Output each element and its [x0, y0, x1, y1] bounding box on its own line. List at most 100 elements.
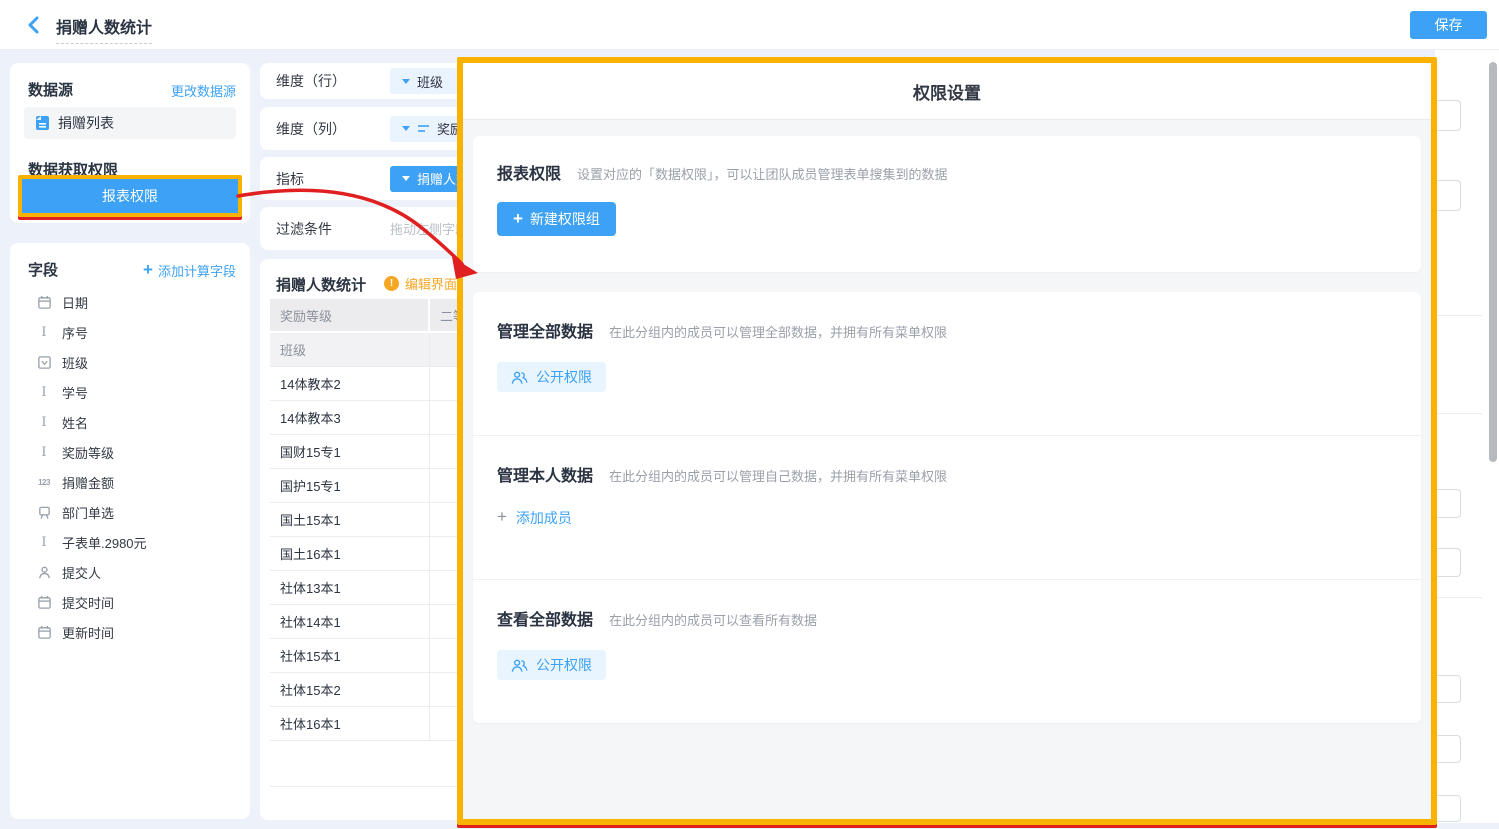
field-label: 更新时间 — [62, 623, 114, 642]
divider — [1435, 413, 1482, 414]
report-permission-heading: 报表权限 — [497, 160, 561, 184]
add-member-label: 添加成员 — [516, 508, 572, 528]
scrollbar[interactable] — [1489, 62, 1497, 462]
field-item[interactable]: 更新时间 — [10, 617, 250, 647]
field-item[interactable]: I 序号 — [10, 317, 250, 347]
divider — [1435, 597, 1482, 598]
people-icon — [511, 658, 528, 673]
calendar-icon — [36, 294, 52, 310]
datasource-item[interactable]: 捐赠列表 — [24, 107, 236, 139]
group-desc: 在此分组内的成员可以管理全部数据，并拥有所有菜单权限 — [609, 322, 947, 341]
field-label: 序号 — [62, 323, 88, 342]
group-desc: 在此分组内的成员可以查看所有数据 — [609, 610, 817, 629]
warning-icon: ! — [384, 276, 399, 291]
tag-label: 班级 — [417, 72, 443, 91]
field-item[interactable]: 123 捐赠金额 — [10, 467, 250, 497]
people-icon — [511, 370, 528, 385]
group-heading: 管理本人数据 — [497, 462, 593, 486]
text-field-icon: I — [36, 384, 52, 400]
permission-modal: 权限设置 报表权限 设置对应的「数据权限」，可以让团队成员管理表单搜集到的数据 … — [457, 57, 1437, 825]
group-manage-all: 管理全部数据 在此分组内的成员可以管理全部数据，并拥有所有菜单权限 公开权限 — [473, 292, 1421, 435]
text-field-icon: I — [36, 324, 52, 340]
field-label: 捐赠金额 — [62, 473, 114, 492]
add-calc-field-link[interactable]: 添加计算字段 — [143, 261, 236, 280]
save-button[interactable]: 保存 — [1410, 11, 1487, 39]
page-title[interactable]: 捐赠人数统计 — [56, 14, 152, 44]
divider — [1435, 315, 1482, 316]
field-item[interactable]: 提交时间 — [10, 587, 250, 617]
modal-body: 报表权限 设置对应的「数据权限」，可以让团队成员管理表单搜集到的数据 新建权限组… — [463, 120, 1431, 819]
row-header: 班级 — [270, 333, 430, 366]
group-heading: 管理全部数据 — [497, 318, 593, 342]
field-item[interactable]: 部门单选 — [10, 497, 250, 527]
person-icon — [36, 564, 52, 580]
report-permission-desc: 设置对应的「数据权限」，可以让团队成员管理表单搜集到的数据 — [577, 164, 948, 183]
modal-header: 权限设置 — [463, 63, 1431, 120]
department-icon — [36, 504, 52, 520]
add-calc-field-label: 添加计算字段 — [158, 261, 236, 280]
modal-title: 权限设置 — [913, 79, 981, 104]
field-label: 提交人 — [62, 563, 101, 582]
field-item[interactable]: 班级 — [10, 347, 250, 377]
field-item[interactable]: I 学号 — [10, 377, 250, 407]
field-label: 班级 — [62, 353, 88, 372]
plus-icon — [143, 262, 153, 280]
datasource-panel: 数据源 更改数据源 捐赠列表 数据获取权限 报表权限 — [10, 63, 250, 223]
field-item[interactable]: I 姓名 — [10, 407, 250, 437]
sort-icon — [417, 123, 430, 134]
field-item[interactable]: 日期 — [10, 287, 250, 317]
field-item[interactable]: I 子表单.2980元 — [10, 527, 250, 557]
field-label: 部门单选 — [62, 503, 114, 522]
report-permission-highlight: 报表权限 — [18, 175, 242, 217]
datasource-item-label: 捐赠列表 — [58, 113, 114, 133]
chevron-down-icon — [402, 79, 410, 84]
metric-label: 指标 — [276, 169, 390, 189]
back-icon[interactable] — [24, 15, 44, 35]
group-heading: 查看全部数据 — [497, 606, 593, 630]
public-permission-label: 公开权限 — [536, 367, 592, 387]
text-field-icon: I — [36, 444, 52, 460]
public-permission-tag[interactable]: 公开权限 — [497, 650, 606, 680]
group-manage-own: 管理本人数据 在此分组内的成员可以管理自己数据，并拥有所有菜单权限 添加成员 — [473, 435, 1421, 579]
report-permission-card: 报表权限 设置对应的「数据权限」，可以让团队成员管理表单搜集到的数据 新建权限组 — [473, 136, 1421, 272]
new-permission-group-label: 新建权限组 — [530, 209, 600, 229]
group-view-all: 查看全部数据 在此分组内的成员可以查看所有数据 公开权限 — [473, 579, 1421, 723]
field-label: 日期 — [62, 293, 88, 312]
field-label: 奖励等级 — [62, 443, 114, 462]
fields-title: 字段 — [28, 259, 58, 280]
field-label: 学号 — [62, 383, 88, 402]
add-member-link[interactable]: 添加成员 — [497, 508, 572, 528]
dimension-row-label: 维度（行） — [276, 71, 390, 91]
datasource-title: 数据源 — [28, 79, 73, 100]
public-permission-label: 公开权限 — [536, 655, 592, 675]
pivot-title: 捐赠人数统计 — [276, 274, 366, 295]
select-icon — [36, 354, 52, 370]
plus-icon — [513, 211, 523, 227]
field-label: 姓名 — [62, 413, 88, 432]
group-desc: 在此分组内的成员可以管理自己数据，并拥有所有菜单权限 — [609, 466, 947, 485]
text-field-icon: I — [36, 534, 52, 550]
calendar-icon — [36, 624, 52, 640]
report-permission-button[interactable]: 报表权限 — [22, 179, 238, 213]
filter-label: 过滤条件 — [276, 219, 390, 239]
field-item[interactable]: 提交人 — [10, 557, 250, 587]
plus-icon — [497, 509, 507, 527]
new-permission-group-button[interactable]: 新建权限组 — [497, 202, 616, 236]
chevron-down-icon — [402, 126, 410, 131]
calendar-icon — [36, 594, 52, 610]
field-item[interactable]: I 奖励等级 — [10, 437, 250, 467]
field-label: 提交时间 — [62, 593, 114, 612]
dimension-col-label: 维度（列） — [276, 119, 390, 139]
change-datasource-link[interactable]: 更改数据源 — [171, 81, 236, 100]
document-icon — [34, 115, 50, 131]
public-permission-tag[interactable]: 公开权限 — [497, 362, 606, 392]
field-label: 子表单.2980元 — [62, 533, 147, 552]
top-bar: 捐赠人数统计 保存 — [0, 0, 1499, 50]
permission-groups-card: 管理全部数据 在此分组内的成员可以管理全部数据，并拥有所有菜单权限 公开权限 管… — [473, 292, 1421, 723]
chevron-down-icon — [402, 176, 410, 181]
fields-panel: 字段 添加计算字段 日期 I 序号 班级 I 学号 I 姓名 I 奖励等级 — [10, 243, 250, 819]
col-header: 奖励等级 — [270, 299, 430, 331]
field-list: 日期 I 序号 班级 I 学号 I 姓名 I 奖励等级 123 捐赠金额 部门单… — [10, 287, 250, 647]
text-field-icon: I — [36, 414, 52, 430]
number-icon: 123 — [36, 474, 52, 490]
